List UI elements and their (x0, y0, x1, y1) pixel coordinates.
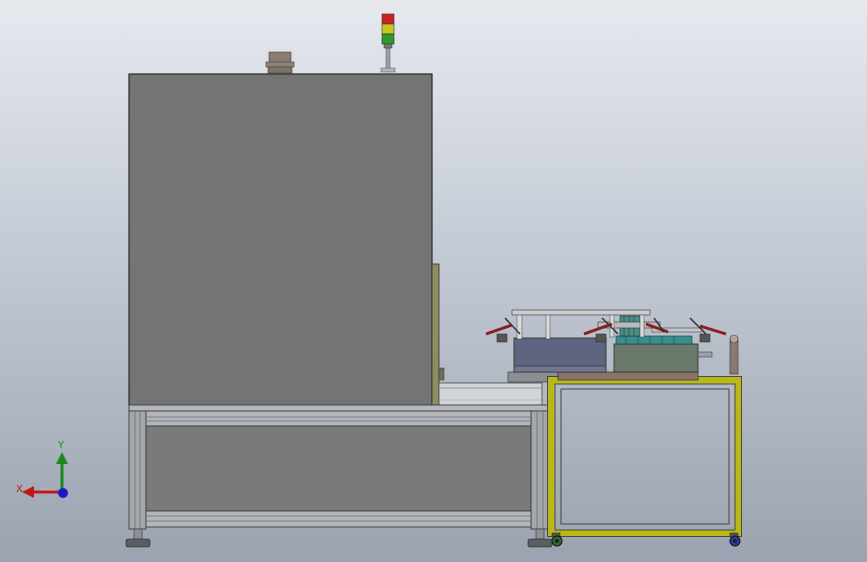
x-axis-label: X (16, 484, 23, 495)
cart-standoff-post[interactable] (729, 334, 739, 375)
base-panel[interactable] (145, 425, 532, 512)
z-axis-dot (58, 488, 68, 498)
cabinet-side-panel[interactable] (431, 263, 440, 407)
cad-viewport[interactable] (0, 0, 867, 562)
cart-frame[interactable] (547, 376, 742, 537)
main-cabinet[interactable] (128, 73, 433, 407)
y-axis-label: Y (58, 440, 65, 451)
leveling-foot-left[interactable] (125, 528, 151, 548)
cabinet-side-bracket[interactable] (438, 367, 445, 381)
base-frame[interactable] (128, 410, 550, 530)
coordinate-triad: Y X (10, 440, 80, 510)
exhaust-port[interactable] (265, 51, 295, 74)
cart-top-plate[interactable] (557, 371, 699, 381)
conveyor[interactable] (438, 371, 559, 406)
triad-graphic (22, 452, 68, 498)
signal-light-tower[interactable] (380, 13, 396, 73)
table-top-plate[interactable] (128, 404, 551, 412)
